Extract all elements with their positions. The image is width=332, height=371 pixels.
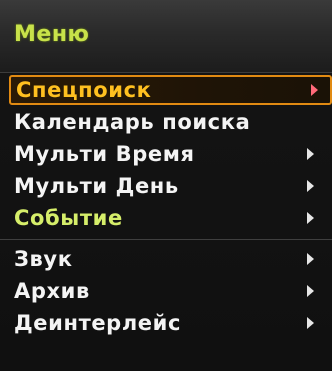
chevron-right-icon — [307, 253, 314, 265]
chevron-right-icon — [307, 285, 314, 297]
chevron-right-icon — [311, 84, 318, 96]
menu-item-label: Календарь поиска — [14, 110, 251, 134]
chevron-right-icon — [307, 317, 314, 329]
menu-item-audio[interactable]: Звук — [0, 244, 332, 274]
menu-title-bar: Меню — [0, 0, 332, 73]
menu-item-search-calendar[interactable]: Календарь поиска — [0, 107, 332, 137]
menu-item-deinterlace[interactable]: Деинтерлейс — [0, 308, 332, 338]
menu-item-archive[interactable]: Архив — [0, 276, 332, 306]
menu-item-multi-day[interactable]: Мульти День — [0, 171, 332, 201]
menu-item-label: Деинтерлейс — [14, 311, 182, 335]
chevron-right-icon — [307, 148, 314, 160]
menu-divider — [0, 239, 332, 240]
menu-item-label: Мульти День — [14, 174, 179, 198]
menu-item-label: Архив — [14, 279, 90, 303]
menu-item-label: Спецпоиск — [16, 78, 152, 102]
menu-item-label: Мульти Время — [14, 142, 195, 166]
menu-item-special-search[interactable]: Спецпоиск — [9, 75, 332, 105]
menu-title: Меню — [14, 22, 90, 47]
menu-item-event[interactable]: Событие — [0, 203, 332, 233]
menu-item-multi-time[interactable]: Мульти Время — [0, 139, 332, 169]
chevron-right-icon — [307, 212, 314, 224]
chevron-right-icon — [307, 180, 314, 192]
menu-item-label: Звук — [14, 247, 73, 271]
menu-list: Спецпоиск Календарь поиска Мульти Время … — [0, 75, 332, 338]
osd-menu-panel: Меню Спецпоиск Календарь поиска Мульти В… — [0, 0, 332, 371]
menu-item-label: Событие — [14, 206, 123, 230]
